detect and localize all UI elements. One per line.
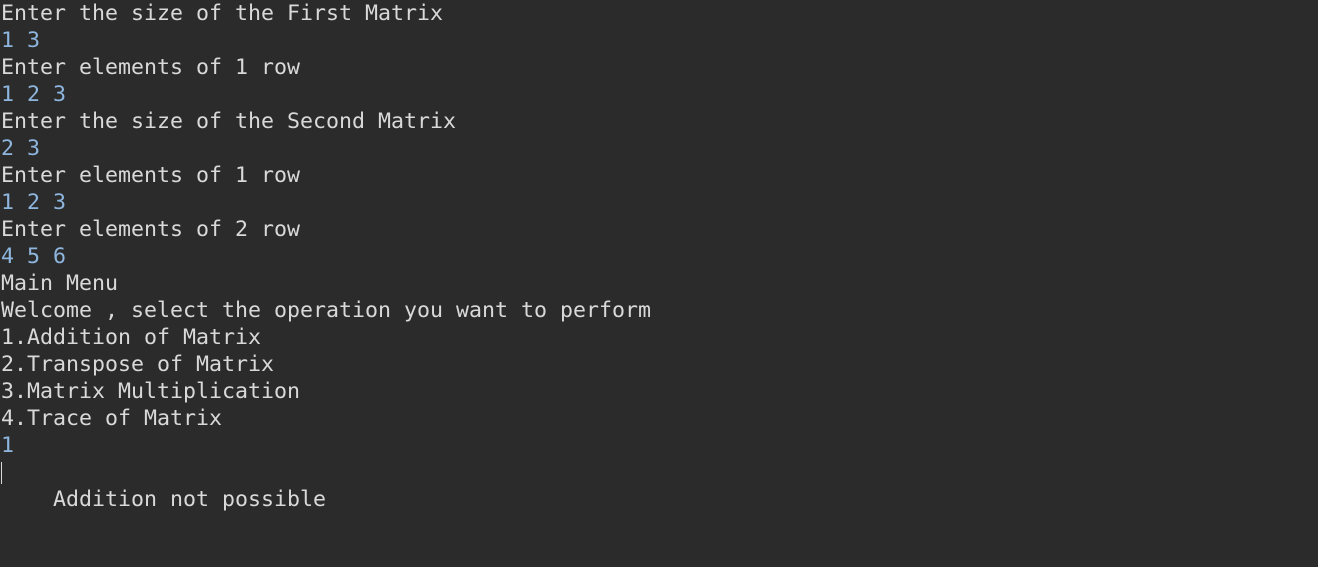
console-output-line: Enter elements of 1 row (1, 163, 301, 188)
console-output-line: Enter the size of the First Matrix (1, 1, 444, 26)
console-input-line: 1 2 3 (1, 82, 67, 107)
console-input-line: 1 (1, 433, 15, 458)
console-last-line: Addition not possible (0, 459, 1318, 512)
console-output-line: 4.Trace of Matrix (1, 406, 223, 431)
console-output-text: Addition not possible (53, 487, 327, 512)
console-output-line: Welcome , select the operation you want … (1, 298, 652, 323)
console-input-line: 1 3 (1, 28, 41, 53)
console-input-line: 4 5 6 (1, 244, 67, 269)
console-input-line: 1 2 3 (1, 190, 67, 215)
console-output-line: Main Menu (1, 271, 119, 296)
console-output[interactable]: Enter the size of the First Matrix 1 3 E… (0, 0, 1318, 512)
console-output-line: Enter the size of the Second Matrix (1, 109, 457, 134)
console-input-line: 2 3 (1, 136, 41, 161)
console-output-line: 2.Transpose of Matrix (1, 352, 275, 377)
console-output-line: 3.Matrix Multiplication (1, 379, 301, 404)
console-output-line: Enter elements of 2 row (1, 217, 301, 242)
console-output-line: 1.Addition of Matrix (1, 325, 262, 350)
console-output-line: Enter elements of 1 row (1, 55, 301, 80)
text-caret (1, 462, 2, 484)
